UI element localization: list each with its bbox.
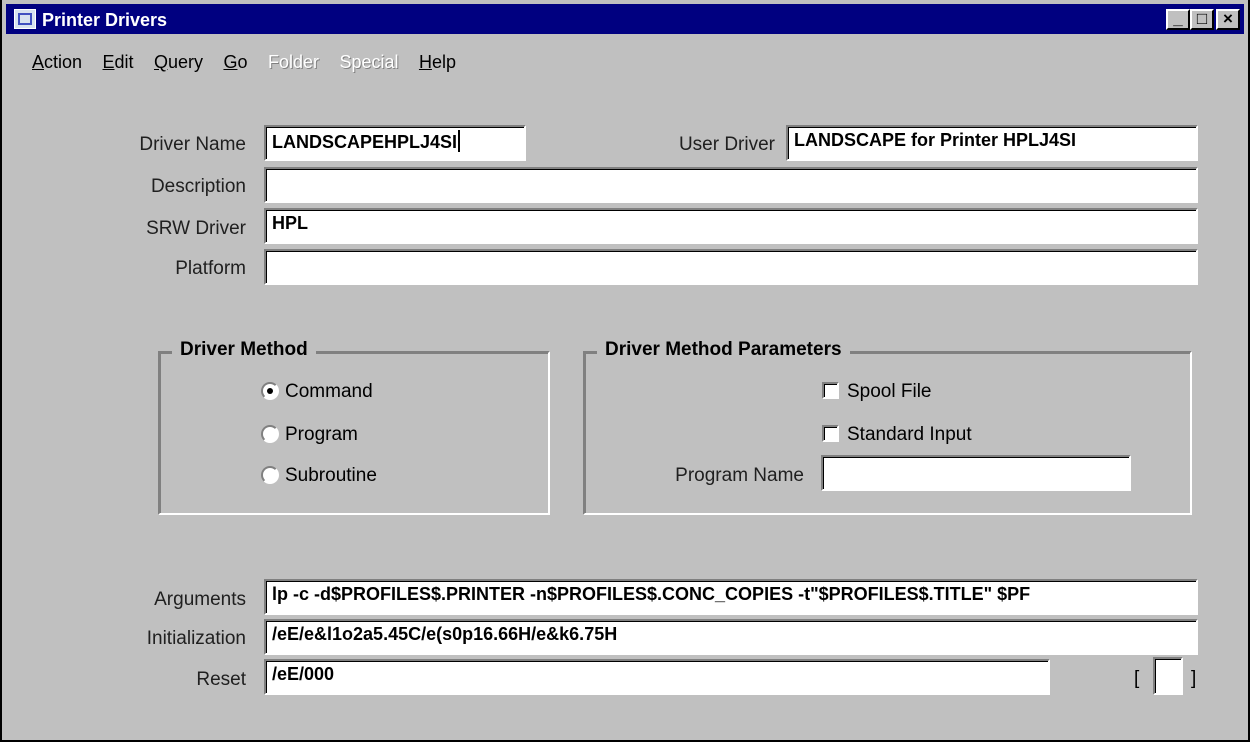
driver-method-title: Driver Method <box>172 339 316 361</box>
app-icon <box>14 9 36 29</box>
description-label: Description <box>150 176 246 197</box>
platform-label: Platform <box>175 258 246 279</box>
printer-drivers-window: Printer Drivers _ □ × Action Edit Query … <box>0 0 1250 742</box>
radio-unselected-icon <box>261 466 279 484</box>
driver-params-title: Driver Method Parameters <box>597 339 850 361</box>
menu-edit[interactable]: Edit <box>103 52 134 73</box>
checkbox-icon <box>822 382 839 399</box>
maximize-button[interactable]: □ <box>1190 9 1214 30</box>
platform-field[interactable] <box>264 249 1198 285</box>
user-driver-field[interactable]: LANDSCAPE for Printer HPLJ4SI <box>786 125 1198 161</box>
menu-action[interactable]: Action <box>32 52 82 73</box>
srw-driver-label: SRW Driver <box>146 218 246 239</box>
program-name-label: Program Name <box>675 465 804 486</box>
title-bar[interactable]: Printer Drivers _ □ × <box>6 4 1244 34</box>
menu-special: Special <box>339 52 399 72</box>
menu-folder: Folder <box>267 52 319 72</box>
driver-name-label: Driver Name <box>139 134 246 155</box>
menu-bar: Action Edit Query Go Folder Special Help <box>32 52 472 76</box>
minimize-button[interactable]: _ <box>1166 9 1190 30</box>
srw-driver-field[interactable]: HPL <box>264 208 1198 244</box>
radio-command[interactable]: Command <box>261 381 373 403</box>
window-title: Printer Drivers <box>42 10 168 30</box>
radio-selected-icon <box>261 382 279 400</box>
close-button[interactable]: × <box>1216 9 1240 30</box>
driver-name-field[interactable]: LANDSCAPEHPLJ4SI <box>264 125 526 161</box>
initialization-label: Initialization <box>146 628 246 649</box>
menu-query[interactable]: Query <box>154 52 203 73</box>
radio-subroutine[interactable]: Subroutine <box>261 465 377 487</box>
radio-program[interactable]: Program <box>261 424 358 446</box>
maximize-icon: □ <box>1196 9 1208 28</box>
reset-label: Reset <box>196 669 246 690</box>
record-indicator-right-bracket: ] <box>1191 668 1197 689</box>
arguments-label: Arguments <box>154 589 246 610</box>
minimize-icon: _ <box>1173 9 1183 28</box>
menu-go[interactable]: Go <box>223 52 247 73</box>
close-icon: × <box>1223 9 1233 28</box>
radio-unselected-icon <box>261 425 279 443</box>
record-indicator[interactable] <box>1153 657 1183 695</box>
spool-file-checkbox[interactable]: Spool File <box>822 381 932 403</box>
program-name-field[interactable] <box>821 455 1131 491</box>
standard-input-checkbox[interactable]: Standard Input <box>822 424 972 446</box>
menu-help[interactable]: Help <box>419 52 456 73</box>
user-driver-label: User Driver <box>678 134 775 155</box>
checkbox-icon <box>822 425 839 442</box>
reset-field[interactable]: /eE/000 <box>264 659 1050 695</box>
record-indicator-left-bracket: [ <box>1134 668 1140 689</box>
description-field[interactable] <box>264 167 1198 203</box>
initialization-field[interactable]: /eE/e&l1o2a5.45C/e(s0p16.66H/e&k6.75H <box>264 619 1198 655</box>
arguments-field[interactable]: lp -c -d$PROFILES$.PRINTER -n$PROFILES$.… <box>264 579 1198 615</box>
